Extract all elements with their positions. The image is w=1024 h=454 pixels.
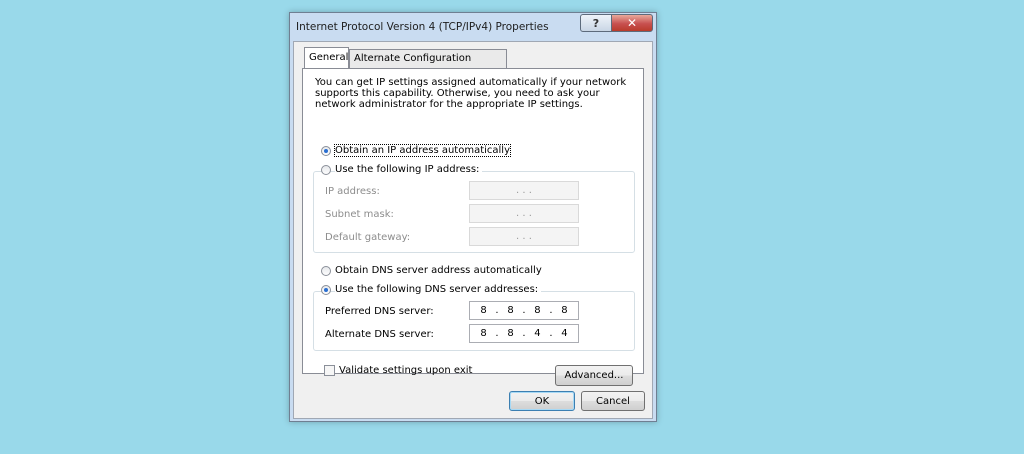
intro-text: You can get IP settings assigned automat… [315,77,627,110]
use-following-ip-radio[interactable] [321,165,331,175]
obtain-dns-auto-radio[interactable] [321,266,331,276]
alternate-dns-octet-4: 4 [561,328,568,339]
close-button[interactable]: ✕ [611,14,653,32]
default-gateway-input: . . . [469,227,579,246]
preferred-dns-input[interactable]: 8. 8. 8. 8 [469,301,579,320]
subnet-mask-label: Subnet mask: [325,209,394,220]
validate-settings-checkbox[interactable] [324,365,335,376]
alternate-dns-octet-1: 8 [480,328,487,339]
ip-address-label: IP address: [325,186,380,197]
preferred-dns-octet-1: 8 [480,305,487,316]
dialog-window: Internet Protocol Version 4 (TCP/IPv4) P… [289,12,657,422]
advanced-button-label: Advanced... [564,370,624,381]
dialog-client-area: General Alternate Configuration You can … [293,41,653,419]
obtain-dns-auto-label[interactable]: Obtain DNS server address automatically [335,265,542,276]
default-gateway-value: . . . [516,231,532,242]
subnet-mask-input: . . . [469,204,579,223]
title-bar[interactable]: Internet Protocol Version 4 (TCP/IPv4) P… [290,13,656,41]
alternate-dns-octet-3: 4 [534,328,541,339]
ok-button[interactable]: OK [509,391,575,411]
alternate-dns-octet-2: 8 [507,328,514,339]
window-title: Internet Protocol Version 4 (TCP/IPv4) P… [296,21,549,33]
cancel-button[interactable]: Cancel [581,391,645,411]
general-tab-panel: You can get IP settings assigned automat… [302,68,644,386]
validate-settings-label[interactable]: Validate settings upon exit [339,365,472,376]
preferred-dns-octet-4: 8 [561,305,568,316]
use-following-dns-radio[interactable] [321,285,331,295]
cancel-button-label: Cancel [596,395,630,407]
use-following-ip-label[interactable]: Use the following IP address: [335,164,483,175]
tab-alternate-configuration[interactable]: Alternate Configuration [349,49,507,68]
ip-address-value: . . . [516,185,532,196]
preferred-dns-octet-2: 8 [507,305,514,316]
alternate-dns-input[interactable]: 8. 8. 4. 4 [469,324,579,343]
obtain-ip-auto-label[interactable]: Obtain an IP address automatically [333,144,512,157]
preferred-dns-octet-3: 8 [534,305,541,316]
use-following-dns-label[interactable]: Use the following DNS server addresses: [335,284,542,295]
alternate-dns-label: Alternate DNS server: [325,329,434,340]
tab-general[interactable]: General [304,47,349,68]
close-icon: ✕ [626,16,638,30]
subnet-mask-value: . . . [516,208,532,219]
ip-address-input: . . . [469,181,579,200]
help-icon: ? [592,16,600,30]
help-button[interactable]: ? [580,14,612,32]
ok-button-label: OK [534,395,550,407]
default-gateway-label: Default gateway: [325,232,411,243]
preferred-dns-label: Preferred DNS server: [325,306,434,317]
obtain-ip-auto-radio[interactable] [321,146,331,156]
advanced-button[interactable]: Advanced... [555,365,633,386]
